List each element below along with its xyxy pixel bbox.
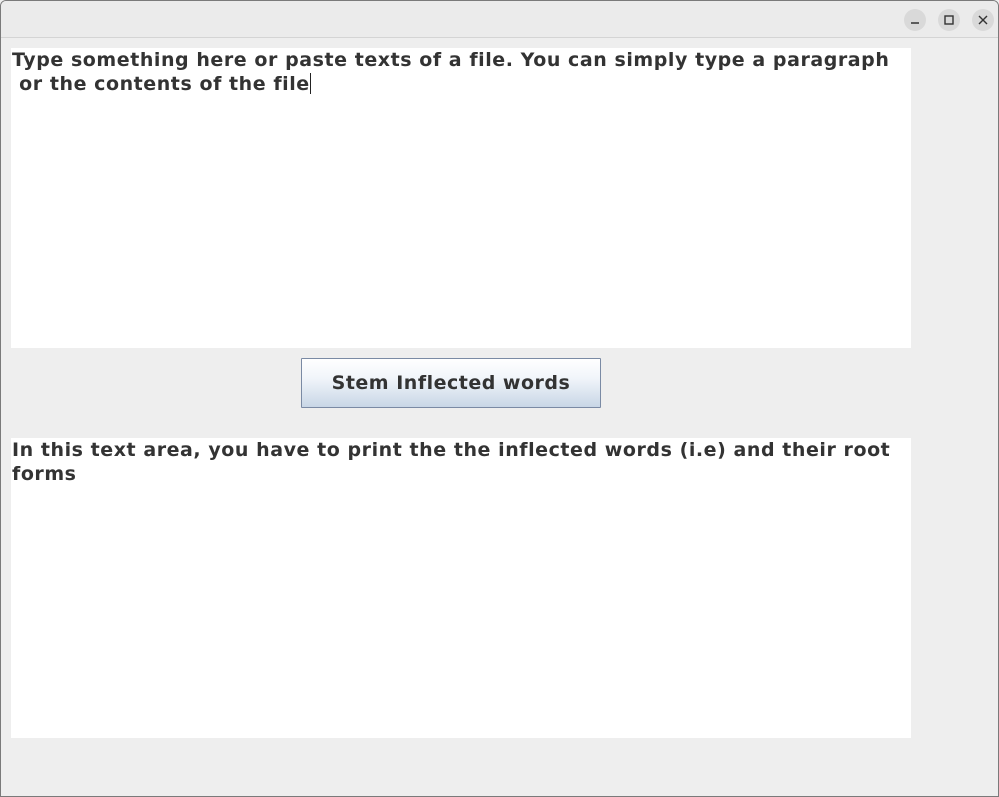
maximize-icon [944, 15, 954, 25]
app-window: Type something here or paste texts of a … [0, 0, 999, 797]
close-icon [978, 15, 988, 25]
input-text-line-1: Type something here or paste texts of a … [12, 49, 890, 71]
stem-button-label: Stem Inflected words [331, 372, 571, 394]
input-text-area[interactable]: Type something here or paste texts of a … [11, 48, 911, 348]
input-text-line-2: or the contents of the file [12, 73, 310, 95]
output-text-area[interactable]: In this text area, you have to print the… [11, 438, 911, 738]
output-text-line-2: forms [12, 463, 77, 485]
title-bar [1, 1, 998, 38]
text-caret [309, 73, 311, 94]
output-text-line-1: In this text area, you have to print the… [12, 439, 891, 461]
close-button[interactable] [972, 9, 994, 31]
minimize-icon [910, 15, 920, 25]
maximize-button[interactable] [938, 9, 960, 31]
stem-inflected-words-button[interactable]: Stem Inflected words [301, 358, 601, 408]
minimize-button[interactable] [904, 9, 926, 31]
